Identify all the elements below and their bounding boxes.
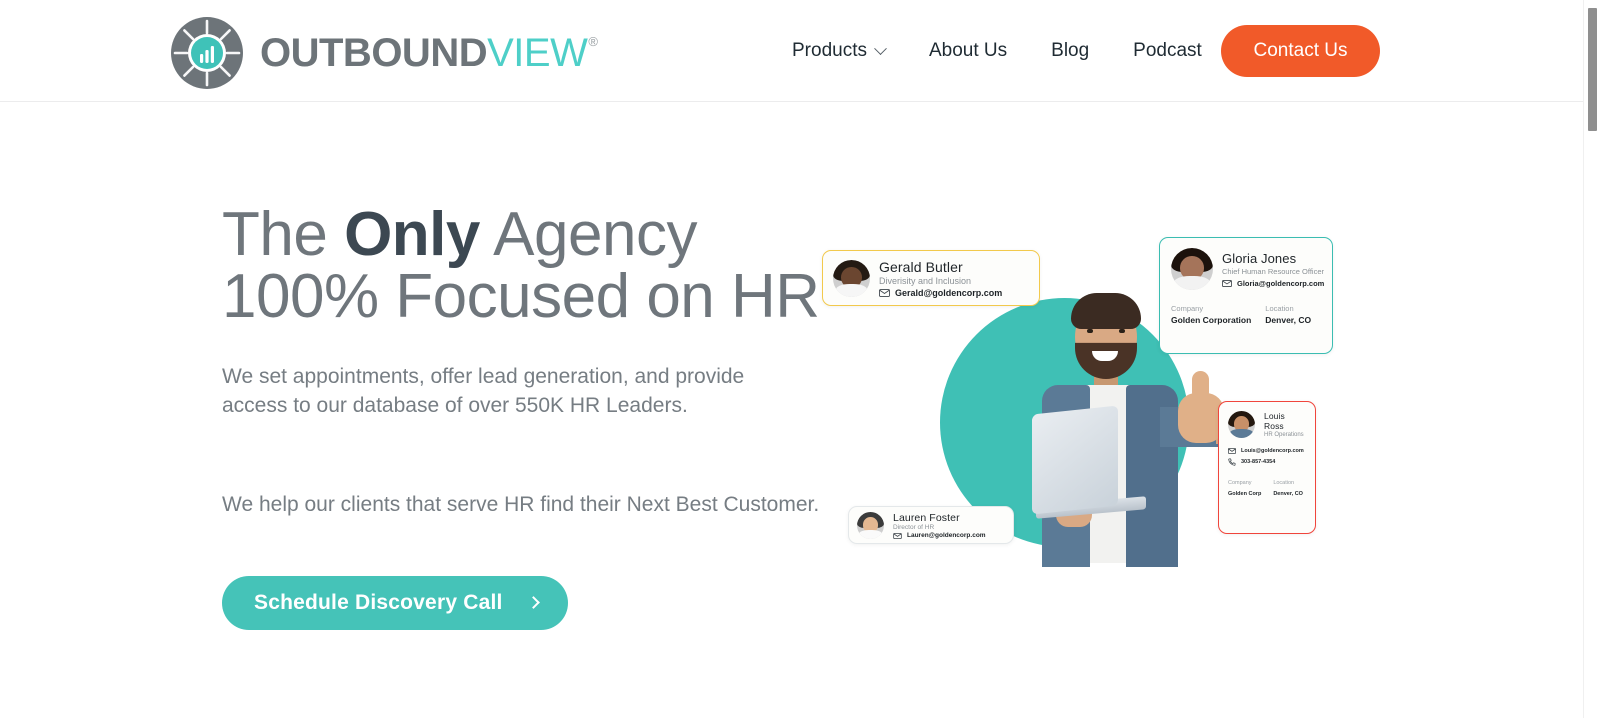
schedule-discovery-call-label: Schedule Discovery Call bbox=[254, 590, 503, 614]
hero-illustration: Gerald Butler Diverisity and Inclusion G… bbox=[820, 225, 1360, 570]
contact-phone-row: 303-857-4354 bbox=[1228, 458, 1306, 466]
schedule-discovery-call-button[interactable]: Schedule Discovery Call bbox=[222, 575, 568, 630]
nav-item-products-label: Products bbox=[792, 40, 867, 61]
brand-trademark: ® bbox=[588, 34, 598, 49]
hero-headline-line-1: The Only Agency bbox=[222, 204, 862, 266]
nav-item-about-us[interactable]: About Us bbox=[907, 36, 1029, 66]
nav-item-podcast-label: Podcast bbox=[1133, 40, 1202, 61]
brand-logo-link[interactable]: OUTBOUND VIEW ® bbox=[170, 16, 598, 90]
contact-meta: Company Golden Corporation Location Denv… bbox=[1171, 304, 1321, 325]
envelope-icon bbox=[1222, 279, 1232, 287]
hero-section: The Only Agency 100% Focused on HR We se… bbox=[222, 204, 862, 630]
contact-role: HR Operations bbox=[1264, 432, 1304, 438]
contact-location-label: Location bbox=[1273, 480, 1295, 486]
contact-card-text: Gloria Jones Chief Human Resource Office… bbox=[1222, 251, 1324, 288]
contact-card-gerald: Gerald Butler Diverisity and Inclusion G… bbox=[822, 250, 1040, 306]
contact-company-block: Company Golden Corp bbox=[1228, 480, 1261, 497]
site-header: OUTBOUND VIEW ® Products About Us Blog P… bbox=[0, 0, 1583, 102]
contact-company-block: Company Golden Corporation bbox=[1171, 304, 1251, 325]
page-scrollbar-track[interactable] bbox=[1583, 0, 1600, 718]
avatar bbox=[833, 260, 870, 297]
contact-name: Gerald Butler bbox=[879, 259, 963, 275]
contact-role: Chief Human Resource Officer bbox=[1222, 266, 1324, 276]
chevron-right-icon bbox=[526, 596, 540, 610]
contact-location-value: Denver, CO bbox=[1265, 315, 1312, 325]
nav-item-products[interactable]: Products bbox=[770, 36, 907, 66]
contact-email-row: Louis@goldencorp.com bbox=[1228, 448, 1306, 454]
envelope-icon bbox=[1228, 448, 1236, 454]
contact-card-row: Gerald Butler Diverisity and Inclusion G… bbox=[833, 259, 1029, 298]
page-scrollbar-thumb[interactable] bbox=[1588, 8, 1597, 131]
hero-subtitle: We set appointments, offer lead generati… bbox=[222, 365, 745, 417]
contact-name: Lauren Foster bbox=[893, 512, 960, 524]
contact-company-label: Company bbox=[1171, 304, 1204, 313]
hero-headline-emphasis: Only bbox=[344, 200, 480, 269]
hero-headline-line-2: 100% Focused on HR bbox=[222, 262, 820, 331]
nav-item-about-us-label: About Us bbox=[928, 40, 1008, 61]
avatar bbox=[1171, 248, 1213, 290]
contact-email: Gerald@goldencorp.com bbox=[895, 288, 1003, 298]
contact-role: Director of HR bbox=[893, 524, 935, 531]
contact-email: Gloria@goldencorp.com bbox=[1237, 278, 1325, 288]
contact-us-button[interactable]: Contact Us bbox=[1221, 25, 1380, 77]
contact-company-value: Golden Corp bbox=[1228, 491, 1262, 497]
hero-headline: The Only Agency 100% Focused on HR bbox=[222, 204, 862, 328]
contact-email-row: Gloria@goldencorp.com bbox=[1222, 279, 1324, 288]
contact-role: Diverisity and Inclusion bbox=[879, 276, 972, 286]
contact-location-label: Location bbox=[1265, 304, 1294, 313]
envelope-icon bbox=[893, 532, 902, 539]
contact-card-gloria: Gloria Jones Chief Human Resource Office… bbox=[1159, 237, 1333, 354]
contact-company-label: Company bbox=[1228, 480, 1252, 486]
page-root: OUTBOUND VIEW ® Products About Us Blog P… bbox=[0, 0, 1600, 718]
contact-card-lauren: Lauren Foster Director of HR Lauren@gold… bbox=[848, 506, 1014, 544]
contact-card-louis: Louis Ross HR Operations Louis@goldencor… bbox=[1218, 401, 1316, 534]
contact-company-value: Golden Corporation bbox=[1171, 315, 1252, 325]
contact-card-row: Gloria Jones Chief Human Resource Office… bbox=[1171, 248, 1324, 290]
hero-headline-post: Agency bbox=[479, 200, 697, 269]
avatar bbox=[1228, 411, 1255, 438]
phone-icon bbox=[1228, 458, 1236, 466]
contact-location-block: Location Denver, CO bbox=[1273, 480, 1303, 497]
contact-location-value: Denver, CO bbox=[1273, 491, 1303, 497]
outboundview-compass-logo-icon bbox=[170, 16, 244, 90]
contact-card-row: Louis Ross HR Operations bbox=[1228, 411, 1306, 438]
contact-card-text: Lauren Foster Director of HR Lauren@gold… bbox=[893, 512, 986, 539]
contact-card-text: Gerald Butler Diverisity and Inclusion G… bbox=[879, 259, 1002, 298]
contact-name: Louis Ross bbox=[1264, 411, 1285, 431]
contact-email-row: Gerald@goldencorp.com bbox=[879, 288, 1002, 298]
contact-card-row: Lauren Foster Director of HR Lauren@gold… bbox=[857, 512, 1005, 539]
contact-meta: Company Golden Corp Location Denver, CO bbox=[1228, 480, 1306, 497]
contact-email: Lauren@goldencorp.com bbox=[907, 532, 986, 539]
hero-headline-pre: The bbox=[222, 200, 345, 269]
hero-tagline: We help our clients that serve HR find t… bbox=[222, 492, 820, 516]
nav-item-podcast[interactable]: Podcast bbox=[1111, 36, 1224, 66]
chevron-down-icon bbox=[874, 41, 887, 55]
nav-item-blog[interactable]: Blog bbox=[1029, 36, 1111, 66]
contact-location-block: Location Denver, CO bbox=[1265, 304, 1311, 325]
contact-card-text: Louis Ross HR Operations bbox=[1264, 411, 1306, 438]
avatar bbox=[857, 512, 884, 539]
contact-phone: 303-857-4354 bbox=[1241, 459, 1276, 465]
brand-word-primary: OUTBOUND bbox=[260, 31, 488, 75]
contact-email-row: Lauren@goldencorp.com bbox=[893, 532, 986, 539]
brand-wordmark: OUTBOUND VIEW ® bbox=[260, 33, 598, 73]
nav-item-blog-label: Blog bbox=[1051, 40, 1090, 61]
main-navigation: Products About Us Blog Podcast bbox=[770, 36, 1224, 66]
contact-name: Gloria Jones bbox=[1222, 250, 1297, 266]
envelope-icon bbox=[879, 289, 890, 297]
contact-email: Louis@goldencorp.com bbox=[1241, 448, 1304, 454]
brand-word-secondary: VIEW bbox=[487, 31, 588, 75]
